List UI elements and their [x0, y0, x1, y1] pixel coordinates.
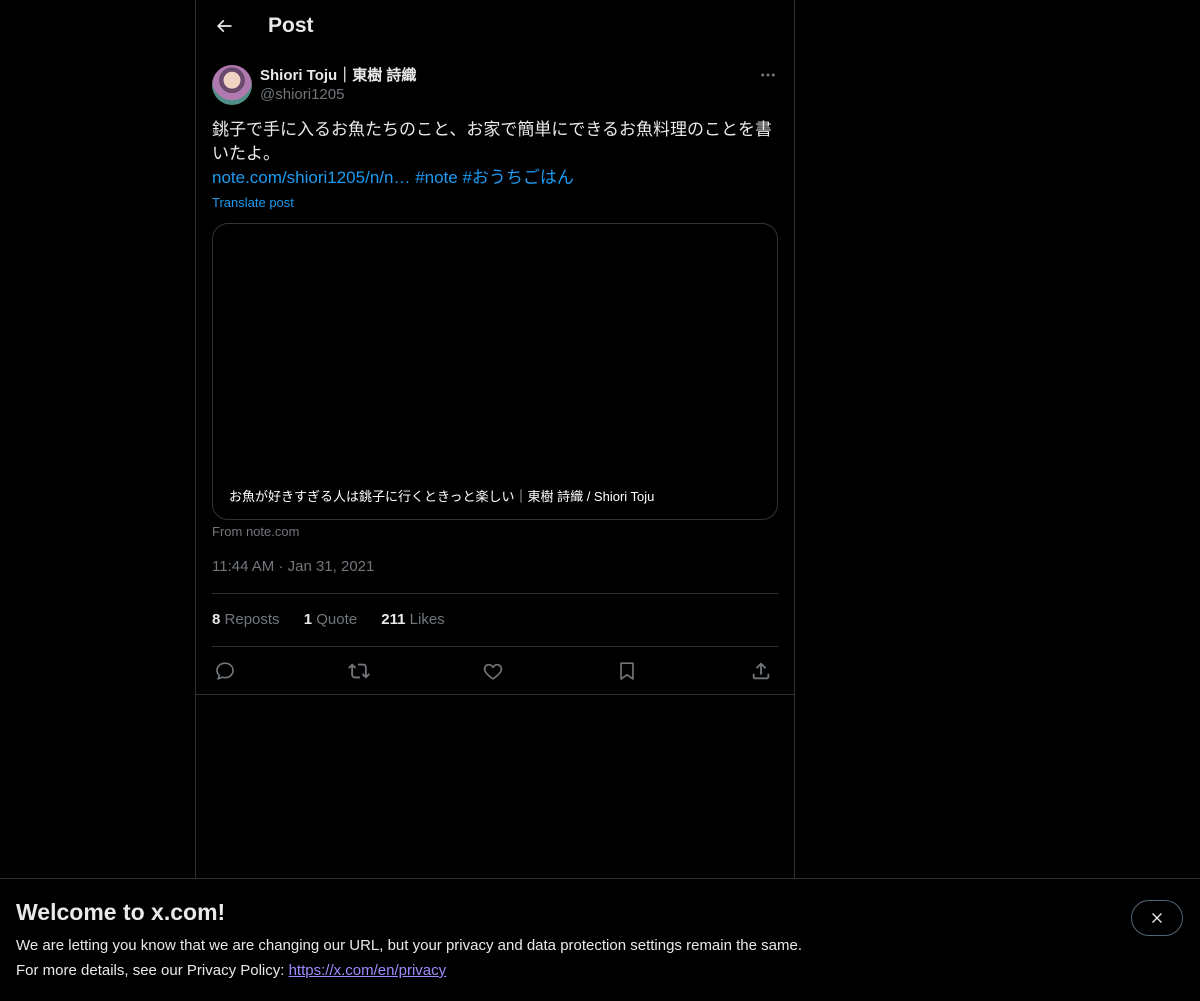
post-body: 銚子で手に入るお魚たちのこと、お家で簡単にできるお魚料理のことを書いたよ。: [212, 120, 772, 163]
avatar[interactable]: [212, 65, 252, 105]
translate-post-button[interactable]: Translate post: [212, 195, 294, 210]
banner-privacy-prefix: For more details, see our Privacy Policy…: [16, 962, 289, 979]
author-handle[interactable]: @shiori1205: [260, 86, 344, 103]
bookmark-icon: [620, 662, 634, 680]
card-source[interactable]: From note.com: [212, 524, 299, 539]
quotes-stat[interactable]: 1 Quote: [304, 611, 357, 628]
banner-privacy-text: For more details, see our Privacy Policy…: [16, 962, 446, 979]
close-banner-button[interactable]: [1131, 900, 1183, 936]
post-time: 11:44 AM: [212, 558, 275, 575]
like-icon: [483, 663, 503, 680]
reposts-stat[interactable]: 8 Reposts: [212, 611, 280, 628]
likes-stat[interactable]: 211 Likes: [381, 611, 444, 628]
post-text: 銚子で手に入るお魚たちのこと、お家で簡単にできるお魚料理のことを書いたよ。 no…: [212, 118, 778, 190]
divider: [196, 694, 794, 695]
timestamp-separator: ·: [278, 558, 284, 575]
author-display-name[interactable]: Shiori Toju｜東樹 詩織: [260, 64, 416, 85]
welcome-banner: Welcome to x.com! We are letting you kno…: [0, 878, 1200, 1001]
hashtag-note[interactable]: #note: [415, 168, 458, 187]
repost-icon: [348, 663, 370, 679]
engagement-stats: 8 Reposts 1 Quote 211 Likes: [212, 611, 465, 628]
divider: [212, 593, 778, 594]
privacy-policy-link[interactable]: https://x.com/en/privacy: [289, 962, 447, 979]
bookmark-button[interactable]: [614, 659, 640, 683]
post-header: Post: [196, 0, 794, 55]
post-date: Jan 31, 2021: [287, 558, 375, 575]
banner-message: We are letting you know that we are chan…: [16, 937, 802, 954]
banner-title: Welcome to x.com!: [16, 899, 226, 925]
divider: [212, 646, 778, 647]
back-button[interactable]: [206, 8, 242, 44]
share-icon: [752, 662, 770, 680]
post-column: Post Shiori Toju｜東樹 詩織 @shiori1205 銚子で手に…: [195, 0, 795, 1000]
action-bar: [212, 659, 778, 683]
more-options-button[interactable]: [754, 64, 782, 86]
repost-button[interactable]: [346, 659, 372, 683]
reply-icon: [216, 662, 234, 680]
reply-button[interactable]: [212, 659, 238, 683]
card-title: お魚が好きすぎる人は銚子に行くときっと楽しい｜東樹 詩織 / Shiori To…: [229, 489, 655, 504]
post-link[interactable]: note.com/shiori1205/n/n…: [212, 168, 410, 187]
close-icon: [1152, 913, 1162, 923]
arrow-left-icon: [216, 19, 232, 33]
more-horizontal-icon: [761, 73, 775, 77]
page-title: Post: [268, 14, 314, 37]
like-button[interactable]: [480, 659, 506, 683]
share-button[interactable]: [748, 659, 774, 683]
post-timestamp[interactable]: 11:44 AM · Jan 31, 2021: [212, 558, 374, 575]
hashtag-ouchigohan[interactable]: #おうちごはん: [462, 168, 573, 187]
link-card[interactable]: お魚が好きすぎる人は銚子に行くときっと楽しい｜東樹 詩織 / Shiori To…: [212, 223, 778, 520]
